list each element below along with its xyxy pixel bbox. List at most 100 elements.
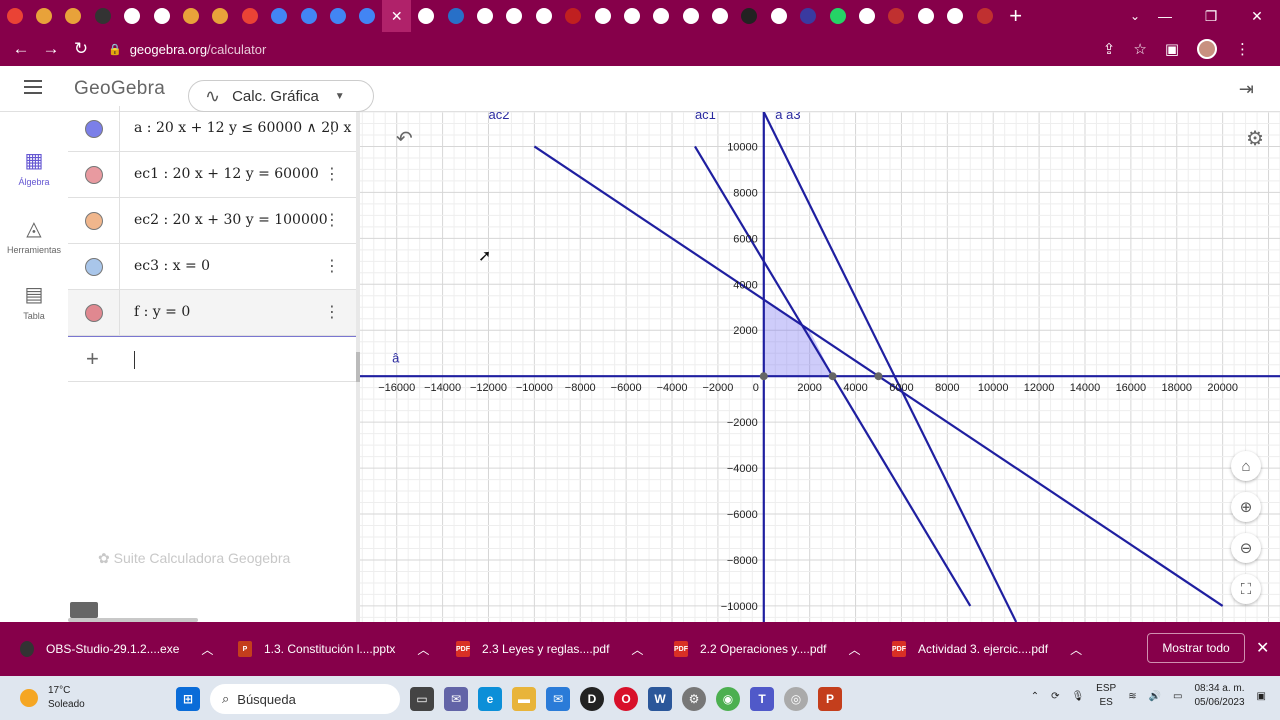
more-options-icon[interactable]: ⋮ <box>324 302 340 322</box>
bookmark-star-icon[interactable]: ☆ <box>1133 40 1146 58</box>
visibility-toggle[interactable] <box>85 166 103 184</box>
nav-table[interactable]: ▤ Tabla <box>0 282 68 321</box>
minimize-icon[interactable]: — <box>1142 0 1188 32</box>
browser-tab[interactable] <box>941 0 970 32</box>
browser-tab[interactable] <box>823 0 852 32</box>
weather-widget[interactable]: 17°C Soleado <box>20 684 85 712</box>
browser-tab[interactable] <box>323 0 352 32</box>
chevron-up-icon[interactable]: ︿ <box>417 641 429 658</box>
new-tab-button[interactable]: + <box>1009 0 1022 32</box>
url-field[interactable]: 🔒 geogebra.org/calculator <box>108 42 266 57</box>
algebra-expression[interactable]: ec1 : 20 x + 12 y = 60000 <box>134 166 354 182</box>
notification-icon[interactable]: ▣ <box>1257 691 1266 702</box>
chevron-up-icon[interactable]: ︿ <box>201 641 213 658</box>
browser-tab[interactable] <box>529 0 558 32</box>
language-indicator[interactable]: ESP ES <box>1096 682 1116 710</box>
maximize-icon[interactable]: ❐ <box>1188 0 1234 32</box>
browser-tab[interactable] <box>235 0 264 32</box>
algebra-expression[interactable]: f : y = 0 <box>134 304 354 320</box>
graphics-view[interactable]: −16000 −14000 −12000 −10000 −8000 −6000 −4000 −… <box>360 112 1280 622</box>
browser-tab[interactable]: ✕ <box>382 0 412 32</box>
browser-tab[interactable] <box>617 0 646 32</box>
browser-tab[interactable] <box>735 0 764 32</box>
side-panel-icon[interactable]: ▣ <box>1165 40 1179 58</box>
browser-tab[interactable] <box>852 0 881 32</box>
algebra-row[interactable]: a : 20 x + 12 y ≤ 60000 ∧ 20 x + 30 y ≤ … <box>68 106 358 152</box>
browser-menu-icon[interactable]: ⋮ <box>1235 40 1250 58</box>
browser-tab[interactable] <box>88 0 117 32</box>
browser-tab[interactable] <box>411 0 440 32</box>
fullscreen-icon[interactable]: ⛶ <box>1231 574 1261 604</box>
browser-tab[interactable] <box>705 0 734 32</box>
hamburger-menu-icon[interactable] <box>24 80 42 94</box>
settings-icon[interactable]: ⚙ <box>682 687 706 711</box>
browser-tab[interactable] <box>558 0 587 32</box>
zoom-out-icon[interactable]: ⊖ <box>1231 533 1261 563</box>
browser-tab[interactable] <box>176 0 205 32</box>
browser-tab[interactable] <box>500 0 529 32</box>
browser-tab[interactable] <box>794 0 823 32</box>
forward-arrow-icon[interactable]: → <box>36 39 66 59</box>
browser-tab[interactable] <box>882 0 911 32</box>
browser-tab[interactable] <box>265 0 294 32</box>
close-window-icon[interactable]: ✕ <box>1234 0 1280 32</box>
battery-icon[interactable]: ▭ <box>1173 691 1182 702</box>
algebra-expression[interactable]: a : 20 x + 12 y ≤ 60000 ∧ 20 x + 30 y ≤ … <box>134 120 354 136</box>
download-item[interactable]: PDF Actividad 3. ejercic....pdf ︿ <box>892 622 1082 676</box>
back-arrow-icon[interactable]: ← <box>6 39 36 59</box>
file-explorer-icon[interactable]: ▬ <box>512 687 536 711</box>
visibility-toggle[interactable] <box>85 120 103 138</box>
more-options-icon[interactable]: ⋮ <box>324 256 340 276</box>
visibility-toggle[interactable] <box>85 304 103 322</box>
browser-tab[interactable] <box>764 0 793 32</box>
algebra-expression[interactable]: ec2 : 20 x + 30 y = 100000 <box>134 212 354 228</box>
mail-icon[interactable]: ✉ <box>546 687 570 711</box>
algebra-expression[interactable]: ec3 : x = 0 <box>134 258 354 274</box>
download-item[interactable]: OBS-Studio-29.1.2....exe ︿ <box>20 622 213 676</box>
browser-tab[interactable] <box>59 0 88 32</box>
tray-chevron-icon[interactable]: ⌃ <box>1031 691 1039 702</box>
nav-algebra[interactable]: ▦ Álgebra <box>0 148 68 187</box>
taskbar-search[interactable]: ⌕ Búsqueda <box>210 684 400 714</box>
chevron-up-icon[interactable]: ︿ <box>849 641 861 658</box>
show-all-button[interactable]: Mostrar todo <box>1147 633 1245 663</box>
teams-icon[interactable]: T <box>750 687 774 711</box>
app-icon[interactable]: ◎ <box>784 687 808 711</box>
visibility-toggle[interactable] <box>85 212 103 230</box>
profile-avatar[interactable] <box>1197 39 1217 59</box>
algebra-row[interactable]: ec3 : x = 0 ⋮ <box>68 244 358 290</box>
browser-tab[interactable] <box>147 0 176 32</box>
algebra-row[interactable]: ec1 : 20 x + 12 y = 60000 ⋮ <box>68 152 358 198</box>
browser-tab[interactable] <box>588 0 617 32</box>
reload-icon[interactable]: ↻ <box>66 39 96 59</box>
clock[interactable]: 08:34 a. m. 05/06/2023 <box>1194 682 1244 710</box>
share-icon[interactable]: ⇪ <box>1103 40 1116 58</box>
more-options-icon[interactable]: ⋮ <box>324 118 340 138</box>
more-options-icon[interactable]: ⋮ <box>324 164 340 184</box>
browser-tab[interactable] <box>29 0 58 32</box>
chevron-up-icon[interactable]: ︿ <box>1070 641 1082 658</box>
graph-canvas[interactable]: −16000 −14000 −12000 −10000 −8000 −6000 −4000 −… <box>360 112 1280 622</box>
nav-tools[interactable]: ◬ Herramientas <box>0 216 68 255</box>
task-view-icon[interactable]: ▭ <box>410 687 434 711</box>
browser-tab[interactable] <box>118 0 147 32</box>
download-item[interactable]: P 1.3. Constitución l....pptx ︿ <box>238 622 429 676</box>
chrome-icon[interactable]: ◉ <box>716 687 740 711</box>
wifi-icon[interactable]: ≋ <box>1128 691 1136 702</box>
home-icon[interactable]: ⌂ <box>1231 451 1261 481</box>
browser-tab[interactable] <box>294 0 323 32</box>
browser-tab[interactable] <box>970 0 999 32</box>
sign-in-icon[interactable]: ⇥ <box>1239 79 1254 100</box>
edge-icon[interactable]: e <box>478 687 502 711</box>
download-item[interactable]: PDF 2.2 Operaciones y....pdf ︿ <box>674 622 861 676</box>
browser-tab[interactable] <box>0 0 29 32</box>
browser-tab[interactable] <box>353 0 382 32</box>
browser-tab[interactable] <box>470 0 499 32</box>
dell-icon[interactable]: D <box>580 687 604 711</box>
browser-tab[interactable] <box>911 0 940 32</box>
visibility-toggle[interactable] <box>85 258 103 276</box>
settings-gear-icon[interactable]: ⚙ <box>1246 126 1264 151</box>
powerpoint-icon[interactable]: P <box>818 687 842 711</box>
chevron-up-icon[interactable]: ︿ <box>631 641 643 658</box>
microphone-icon[interactable]: 🎙 <box>1071 691 1084 702</box>
